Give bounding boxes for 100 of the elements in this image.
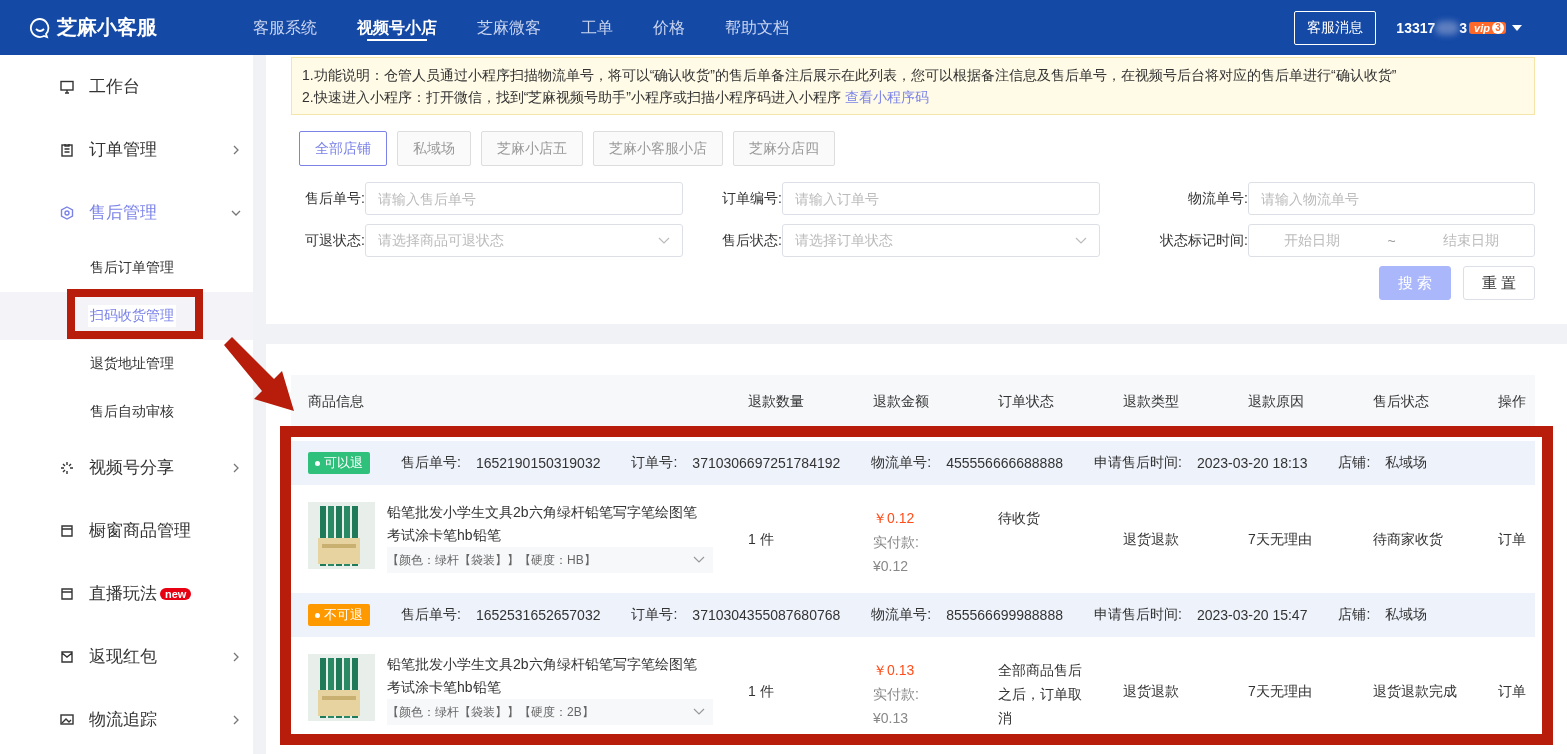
input-field[interactable]: 请输入售后单号 — [365, 182, 683, 215]
notice-text: 2.快速进入小程序：打开微信，找到“芝麻视频号助手”小程序或扫描小程序码进入小程序 — [302, 89, 841, 105]
sidebar-item[interactable]: 订单管理 — [0, 118, 253, 181]
field-label: 物流单号: — [1187, 189, 1248, 208]
chevron-down-icon — [693, 708, 705, 716]
refund-amount: ￥0.12 — [873, 509, 916, 528]
column-header: 退款原因 — [1248, 392, 1305, 411]
table-cell-text: 7天无理由 — [1248, 682, 1313, 701]
sidebar-item[interactable]: 售后管理 — [0, 181, 253, 244]
table-cell-text: 退货退款完成 — [1373, 682, 1458, 701]
summary-label: 物流单号: — [871, 454, 932, 472]
table-cell-text: 待收货 — [998, 509, 1041, 528]
column-header: 订单状态 — [998, 392, 1055, 411]
order-details-link[interactable]: 订单 — [1498, 653, 1535, 701]
submenu-item[interactable]: 退货地址管理 — [0, 340, 253, 388]
submenu-item[interactable]: 扫码收货管理 — [0, 292, 253, 340]
summary-value: 私域场 — [1385, 454, 1428, 472]
summary-value: 2023-03-20 18:13 — [1196, 455, 1308, 471]
chevron-down-icon — [658, 236, 670, 245]
input-field[interactable]: 请输入物流单号 — [1248, 182, 1535, 215]
summary-label: 申请售后时间: — [1094, 454, 1182, 472]
submenu-item[interactable]: 售后自动审核 — [0, 388, 253, 436]
spec-dropdown[interactable]: 【颜色：绿杆【袋装】】【硬度：2B】 — [387, 699, 713, 725]
chevron-right-icon[interactable] — [231, 714, 241, 725]
summary-value: 855566699988888 — [946, 607, 1063, 623]
vip-badge: vip 3 — [1469, 21, 1506, 34]
sidebar-item[interactable]: 返现红包 — [0, 625, 253, 688]
summary-value: 3710304355087680768 — [692, 607, 841, 623]
product-title: 铅笔批发小学生文具2b六角绿杆铅笔写字笔绘图笔考试涂卡笔hb铅笔 — [387, 655, 698, 697]
messages-button[interactable]: 客服消息 — [1294, 10, 1377, 45]
submenu-label: 售后自动审核 — [90, 403, 174, 421]
field-label: 售后状态: — [721, 231, 782, 250]
sidebar-label: 售后管理 — [89, 202, 157, 224]
summary-label: 订单号: — [631, 606, 678, 624]
chevron-right-icon[interactable] — [231, 462, 241, 473]
sidebar-label: 订单管理 — [89, 139, 157, 161]
clipboard-icon — [60, 142, 74, 157]
table-cell-text: 1 件 — [748, 682, 775, 701]
sidebar-item[interactable]: 物流追踪 — [0, 688, 253, 751]
input-field[interactable]: 请输入订单号 — [782, 182, 1100, 215]
notice-text: 1.功能说明：仓管人员通过小程序扫描物流单号，将可以“确认收货”的售后单备注后展示在此列表，您可以根据备注信息及售后单号，在视频号后台将对应的售后单进行“确认收货” — [302, 66, 1398, 85]
column-header: 退款金额 — [873, 392, 930, 411]
nav-tab[interactable]: 芝麻微客 — [477, 0, 541, 55]
column-header: 售后状态 — [1373, 392, 1430, 411]
summary-label: 店铺: — [1338, 606, 1371, 624]
status-tag: 可以退 — [308, 452, 370, 474]
paid-label: 实付款: — [873, 685, 920, 704]
sidebar-label: 直播玩法 — [89, 583, 157, 605]
tray-icon — [60, 523, 74, 538]
logo-text: 芝麻小客服 — [57, 15, 157, 40]
nav-tab[interactable]: 客服系统 — [253, 0, 317, 55]
sidebar-item[interactable]: 工作台 — [0, 55, 253, 118]
nav-tab[interactable]: 工单 — [581, 0, 613, 55]
qr-code-link[interactable]: 查看小程序码 — [844, 89, 929, 105]
field-label: 订单编号: — [721, 189, 782, 208]
sidebar-item[interactable]: 视频号分享 — [0, 436, 253, 499]
table-cell-text: 待商家收货 — [1373, 530, 1444, 549]
table-cell-text: 7天无理由 — [1248, 530, 1313, 549]
column-header: 退款数量 — [748, 392, 805, 411]
sidebar-item[interactable]: 橱窗商品管理 — [0, 499, 253, 562]
caret-icon[interactable] — [1512, 24, 1522, 31]
nav-tab[interactable]: 视频号小店 — [357, 0, 437, 55]
chevron-right-icon[interactable] — [231, 651, 241, 662]
summary-label: 店铺: — [1338, 454, 1371, 472]
account-number[interactable]: 13317 — [1396, 19, 1436, 36]
paid-label: 实付款: — [873, 533, 920, 552]
summary-value: 2023-03-20 15:47 — [1196, 607, 1308, 623]
monitor-icon — [60, 79, 74, 94]
summary-label: 订单号: — [631, 454, 678, 472]
order-details-link[interactable]: 订单 — [1498, 501, 1535, 549]
submenu-item[interactable]: 售后订单管理 — [0, 244, 253, 292]
nav-tab[interactable]: 帮助文档 — [725, 0, 789, 55]
store-tab[interactable]: 全部店铺 — [299, 131, 387, 166]
submenu-label: 退货地址管理 — [90, 355, 174, 373]
column-header: 商品信息 — [308, 392, 365, 411]
summary-value: 1652531652657032 — [475, 607, 601, 623]
image-icon — [60, 712, 74, 727]
blurred-spot-drawing — [1435, 20, 1460, 35]
sidebar-label: 返现红包 — [89, 646, 157, 668]
table-cell-text: 全部商品售后之后，订单取消 — [998, 661, 1083, 728]
summary-label: 物流单号: — [871, 606, 932, 624]
spec-dropdown[interactable]: 【颜色：绿杆【袋装】】【硬度：HB】 — [387, 547, 713, 573]
account-number-tail: 3 — [1459, 19, 1468, 36]
summary-value: 私域场 — [1385, 606, 1428, 624]
sidebar-label: 物流追踪 — [89, 709, 157, 731]
summary-value: 3710306697251784192 — [692, 455, 841, 471]
column-header: 操作 — [1498, 392, 1527, 411]
nav-tab[interactable]: 价格 — [653, 0, 685, 55]
sidebar-item[interactable]: 直播玩法 new — [0, 562, 253, 625]
sidebar-label: 工作台 — [89, 76, 140, 98]
product-title: 铅笔批发小学生文具2b六角绿杆铅笔写字笔绘图笔考试涂卡笔hb铅笔 — [387, 503, 698, 545]
table-cell-text: 1 件 — [748, 530, 775, 549]
submenu-label: 售后订单管理 — [90, 259, 174, 277]
date-range-field[interactable]: 开始日期 ~ 结束日期 — [1248, 224, 1535, 257]
sidebar-label: 视频号分享 — [89, 457, 174, 479]
tray-icon — [60, 586, 74, 601]
summary-value: 1652190150319032 — [475, 455, 601, 471]
column-header: 退款类型 — [1123, 392, 1180, 411]
reset-button[interactable]: 重 置 — [1462, 266, 1535, 300]
chevron-right-icon[interactable] — [231, 144, 241, 155]
